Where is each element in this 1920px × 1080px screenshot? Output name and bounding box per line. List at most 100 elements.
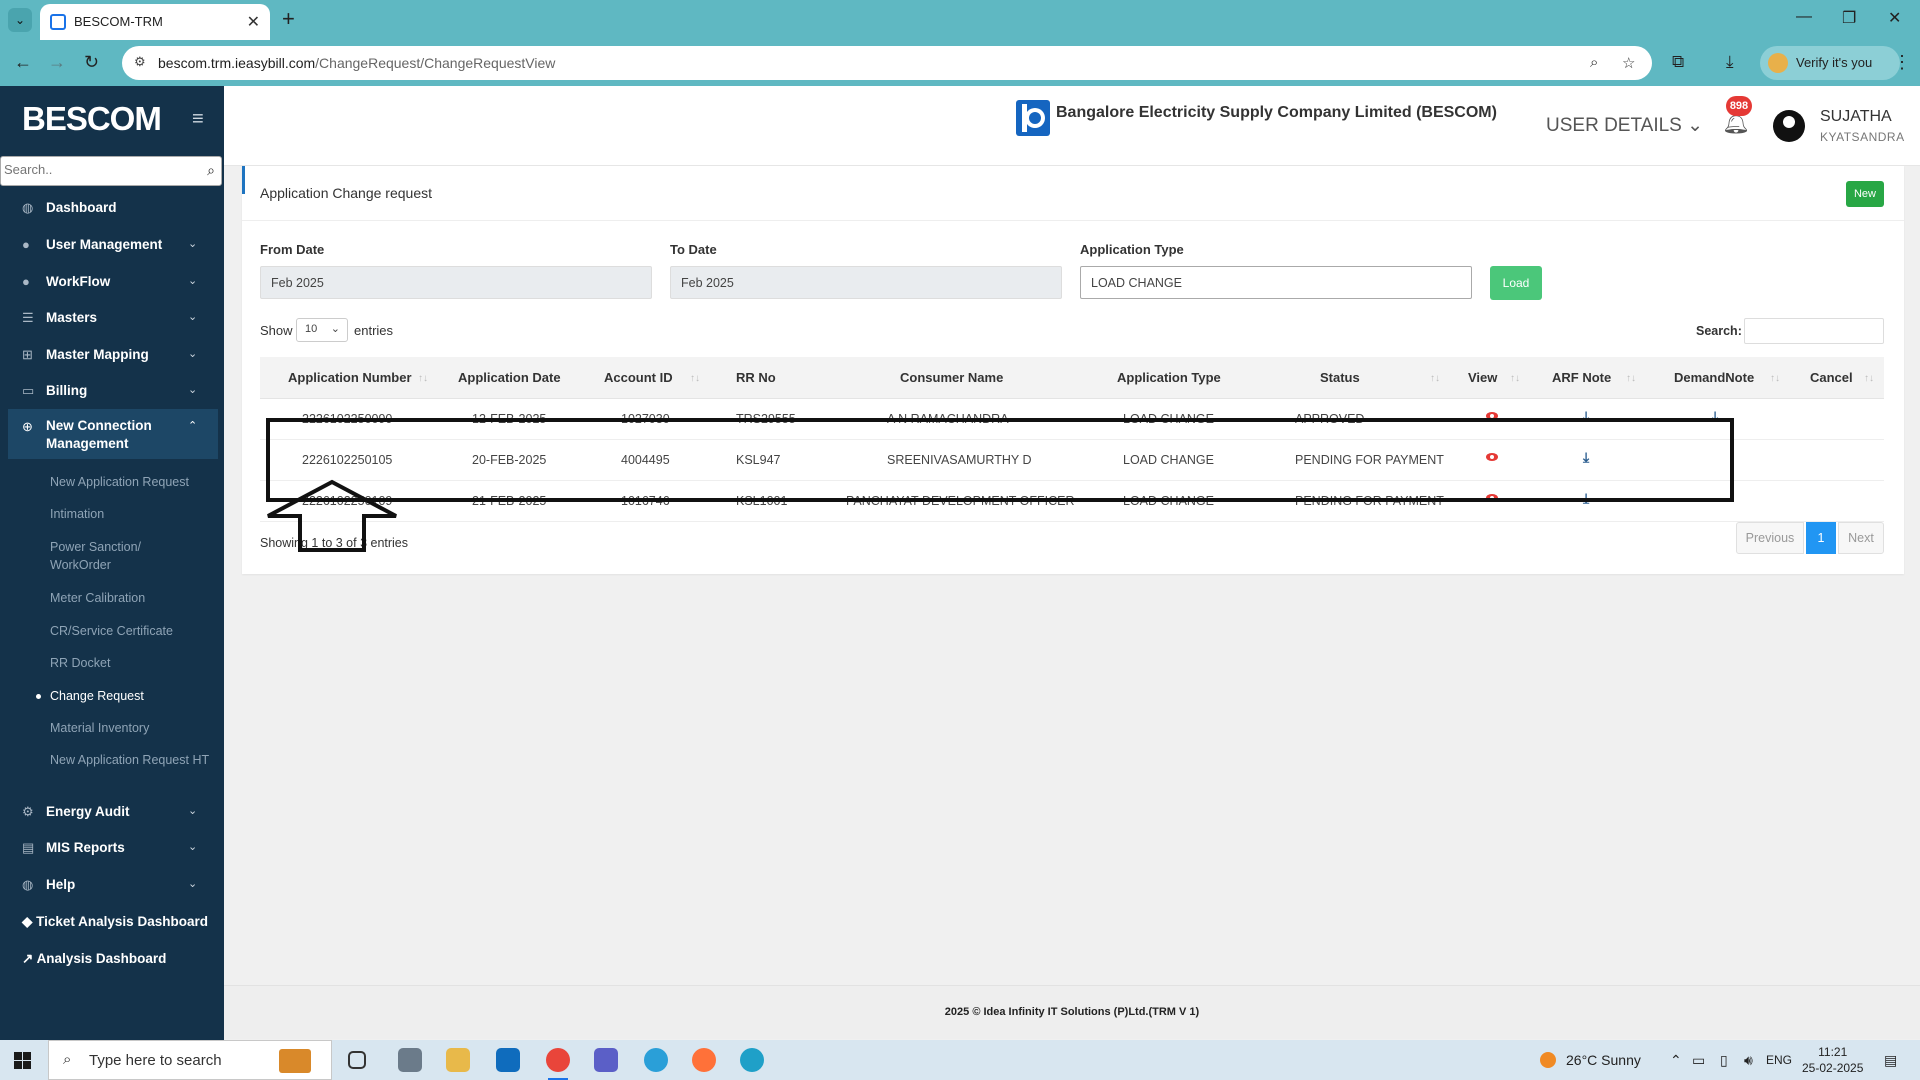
application-type-select[interactable]: LOAD CHANGE (1080, 266, 1472, 299)
sidebar-item-new-connection-management[interactable]: ⊕ New Connection Management ⌃ (8, 409, 218, 459)
sort-icon[interactable]: ↑↓ (1864, 373, 1874, 384)
search-icon[interactable]: ⌕ (207, 162, 215, 179)
user-details-dropdown[interactable]: USER DETAILS ⌄ (1546, 114, 1703, 137)
reload-icon[interactable]: ↻ (84, 52, 99, 73)
bookmark-star-icon[interactable]: ☆ (1622, 54, 1635, 72)
new-tab-icon[interactable]: + (282, 6, 295, 32)
sidebar-item-help[interactable]: ◍ Help ⌄ (0, 869, 224, 903)
clock-date: 25-02-2025 (1802, 1061, 1864, 1075)
browser-tab[interactable]: BESCOM-TRM ✕ (40, 4, 270, 40)
load-button[interactable]: Load (1490, 266, 1542, 300)
pagination-next[interactable]: Next (1838, 522, 1884, 554)
submenu-meter-calibration[interactable]: Meter Calibration (50, 589, 220, 607)
column-status[interactable]: Status (1320, 370, 1360, 385)
table-search-input[interactable] (1744, 318, 1884, 344)
pagination-page-1[interactable]: 1 (1806, 522, 1836, 554)
sidebar-item-master-mapping[interactable]: ⊞ Master Mapping ⌄ (0, 339, 224, 373)
teams-icon[interactable] (594, 1048, 618, 1072)
sidebar-link-analysis-dashboard[interactable]: ↗ Analysis Dashboard (22, 951, 166, 967)
submenu-new-application-request[interactable]: New Application Request (50, 473, 220, 491)
pagination-previous[interactable]: Previous (1736, 522, 1804, 554)
site-info-icon[interactable]: ⚙ (134, 54, 150, 70)
sidebar-search-input[interactable] (4, 162, 194, 177)
new-button[interactable]: New (1846, 181, 1884, 207)
column-cancel[interactable]: Cancel (1810, 370, 1853, 385)
to-date-field[interactable]: Feb 2025 (670, 266, 1062, 299)
show-label: Show (260, 323, 293, 338)
search-icon: ⌕ (63, 1051, 72, 1068)
network-icon[interactable]: ▭ (1692, 1052, 1705, 1069)
column-application-number[interactable]: Application Number (288, 370, 412, 385)
browser-menu-icon[interactable]: ⋮ (1893, 52, 1911, 73)
sort-icon[interactable]: ↑↓ (1510, 373, 1520, 384)
chevron-down-icon: ⌄ (188, 238, 198, 250)
submenu-power-sanction[interactable]: Power Sanction/ WorkOrder (50, 538, 160, 574)
column-rr-no[interactable]: RR No (736, 370, 776, 385)
battery-icon[interactable]: ▯ (1720, 1052, 1728, 1069)
column-account-id[interactable]: Account ID (604, 370, 673, 385)
weather-icon[interactable] (1540, 1052, 1556, 1068)
cogs-icon: ⚙ (22, 804, 34, 819)
column-demand-note[interactable]: DemandNote (1674, 370, 1754, 385)
user-avatar[interactable] (1773, 110, 1805, 142)
sidebar-item-user-management[interactable]: ● User Management ⌄ (0, 229, 224, 263)
minimize-icon[interactable]: — (1796, 8, 1812, 26)
outlook-icon[interactable] (496, 1048, 520, 1072)
sidebar-item-billing[interactable]: ▭ Billing ⌄ (0, 375, 224, 409)
sidebar-item-energy-audit[interactable]: ⚙ Energy Audit ⌄ (0, 796, 224, 830)
sort-icon[interactable]: ↑↓ (1626, 373, 1636, 384)
hamburger-menu-icon[interactable]: ≡ (192, 108, 204, 131)
system-clock[interactable]: 11:21 25-02-2025 (1802, 1044, 1863, 1076)
sidebar-link-ticket-analysis-dashboard[interactable]: ◆ Ticket Analysis Dashboard (22, 914, 208, 930)
submenu-rr-docket[interactable]: RR Docket (50, 654, 220, 672)
tab-close-icon[interactable]: ✕ (247, 12, 260, 32)
printer-app-icon[interactable] (398, 1048, 422, 1072)
back-icon[interactable]: ← (14, 52, 32, 73)
sort-icon[interactable]: ↑↓ (1430, 373, 1440, 384)
close-window-icon[interactable]: ✕ (1888, 8, 1901, 28)
column-application-date[interactable]: Application Date (458, 370, 561, 385)
column-consumer-name[interactable]: Consumer Name (900, 370, 1003, 385)
from-date-field[interactable]: Feb 2025 (260, 266, 652, 299)
show-hidden-icons-icon[interactable]: ⌃ (1670, 1052, 1682, 1069)
restore-icon[interactable]: ❐ (1842, 8, 1856, 28)
zoom-icon[interactable]: ⌕ (1590, 54, 1598, 71)
column-application-type[interactable]: Application Type (1117, 370, 1221, 385)
edge-icon[interactable] (740, 1048, 764, 1072)
verify-profile-button[interactable]: Verify it's you (1760, 46, 1900, 80)
taskbar-search[interactable]: ⌕ Type here to search (48, 1040, 332, 1080)
notification-center-icon[interactable]: ▤ (1884, 1052, 1897, 1069)
sidebar-item-label: Energy Audit (46, 804, 130, 819)
volume-icon[interactable]: 🔊︎ (1744, 1052, 1753, 1069)
url-text[interactable]: bescom.trm.ieasybill.com/ChangeRequest/C… (158, 55, 555, 71)
sort-icon[interactable]: ↑↓ (418, 373, 428, 384)
submenu-cr-service-certificate[interactable]: CR/Service Certificate (50, 622, 220, 640)
download-icon[interactable]: ⤓ (1726, 52, 1734, 72)
forward-icon[interactable]: → (48, 52, 66, 73)
weather-text[interactable]: 26°C Sunny (1566, 1052, 1641, 1068)
sidebar-item-mis-reports[interactable]: ▤ MIS Reports ⌄ (0, 832, 224, 866)
language-indicator[interactable]: ENG (1766, 1053, 1792, 1067)
submenu-intimation[interactable]: Intimation (50, 505, 220, 523)
sidebar-item-workflow[interactable]: ● WorkFlow ⌄ (0, 266, 224, 300)
tab-search-button[interactable]: ⌄ (8, 8, 32, 32)
windows-start-icon[interactable] (14, 1052, 31, 1069)
chrome-icon[interactable] (546, 1048, 570, 1080)
extensions-icon[interactable]: ⧉ (1672, 52, 1684, 72)
column-view[interactable]: View (1468, 370, 1497, 385)
file-explorer-icon[interactable] (446, 1048, 470, 1072)
task-view-icon[interactable] (348, 1051, 366, 1069)
submenu-new-application-request-ht[interactable]: New Application Request HT (50, 751, 220, 769)
brand-logo-text[interactable]: BESCOM (22, 100, 162, 138)
firefox-icon[interactable] (692, 1048, 716, 1072)
sidebar-item-masters[interactable]: ☰ Masters ⌄ (0, 302, 224, 336)
column-arf-note[interactable]: ARF Note (1552, 370, 1611, 385)
submenu-change-request[interactable]: Change Request (50, 687, 220, 705)
submenu-material-inventory[interactable]: Material Inventory (50, 719, 220, 737)
sidebar-item-dashboard[interactable]: ◍ Dashboard (0, 192, 224, 226)
page-size-select[interactable]: 10 ⌄ (296, 318, 348, 342)
address-bar[interactable]: ⚙ bescom.trm.ieasybill.com/ChangeRequest… (122, 46, 1652, 80)
sort-icon[interactable]: ↑↓ (1770, 373, 1780, 384)
internet-explorer-icon[interactable] (644, 1048, 668, 1072)
sort-icon[interactable]: ↑↓ (690, 373, 700, 384)
